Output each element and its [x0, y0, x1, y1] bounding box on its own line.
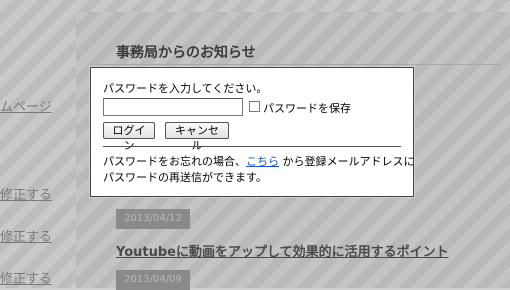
- sidebar-link-edit-1[interactable]: 修正する: [0, 184, 52, 203]
- forgot-password-link[interactable]: こちら: [246, 155, 279, 168]
- login-button[interactable]: ログイン: [103, 122, 155, 152]
- sidebar-link-homepage[interactable]: ムページ: [0, 96, 52, 115]
- sidebar-link-edit-3[interactable]: 修正する: [0, 268, 52, 287]
- cancel-button[interactable]: キャンセル: [165, 122, 229, 152]
- dialog-divider: [103, 146, 401, 147]
- save-password-label[interactable]: パスワードを保存: [263, 100, 351, 116]
- section-title: 事務局からのお知らせ: [116, 45, 256, 61]
- forgot-prefix: パスワードをお忘れの場合、: [103, 155, 246, 168]
- save-password-checkbox[interactable]: [249, 101, 260, 112]
- sidebar-link-edit-2[interactable]: 修正する: [0, 226, 52, 245]
- article-link-2[interactable]: Youtubeに動画をアップして効果的に活用するポイント: [116, 241, 449, 260]
- left-column: ムページ 修正する 修正する 修正する: [0, 0, 75, 288]
- date-badge-1: 2013/04/12: [116, 209, 190, 229]
- dialog-prompt: パスワードを入力してください。: [103, 82, 268, 95]
- password-dialog: パスワードを入力してください。 パスワードを保存 ログイン キャンセル パスワー…: [90, 67, 415, 197]
- title-divider: [100, 64, 502, 65]
- password-input[interactable]: [103, 98, 243, 116]
- date-badge-2: 2013/04/09: [116, 270, 190, 290]
- forgot-line-2: パスワードの再送信ができます。: [103, 171, 267, 184]
- forgot-suffix: から登録メールアドレスに: [279, 155, 415, 168]
- forgot-password-text: パスワードをお忘れの場合、こちら から登録メールアドレスに パスワードの再送信が…: [103, 154, 415, 186]
